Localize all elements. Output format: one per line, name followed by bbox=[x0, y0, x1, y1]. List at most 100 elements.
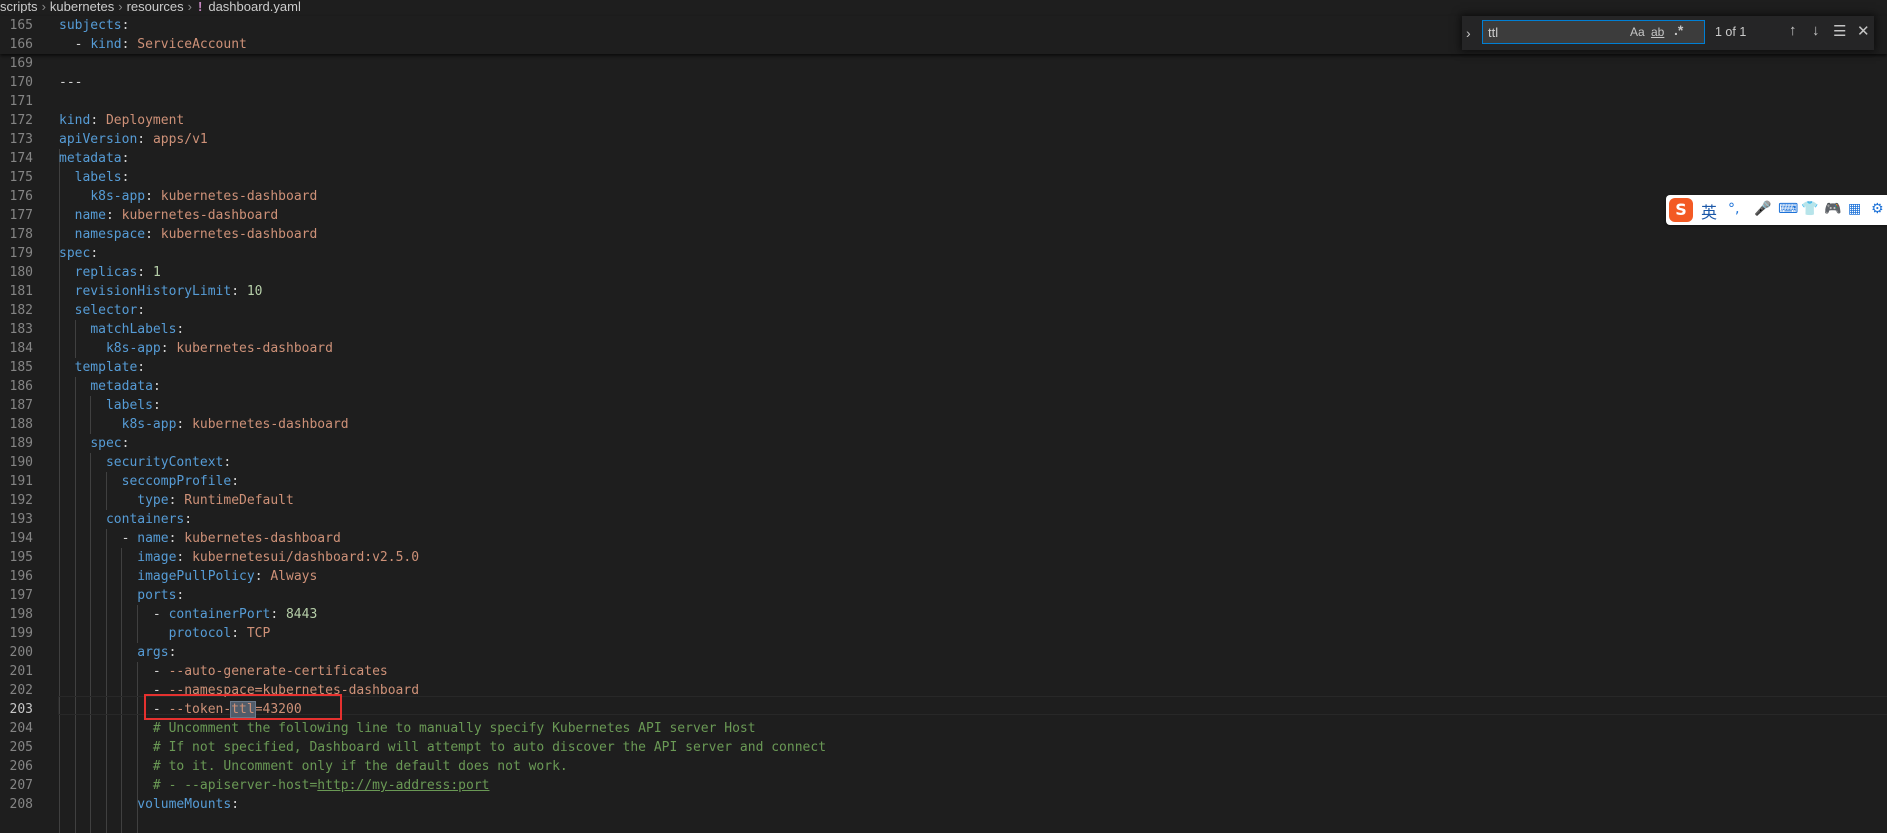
find-input[interactable] bbox=[1488, 24, 1628, 40]
code-line[interactable]: 176 k8s-app: kubernetes-dashboard bbox=[0, 187, 1887, 206]
line-number: 186 bbox=[9, 379, 33, 394]
regex-toggle[interactable]: .* bbox=[1674, 22, 1683, 38]
line-number: 206 bbox=[9, 759, 33, 774]
line-number: 192 bbox=[9, 493, 33, 508]
line-number: 188 bbox=[9, 417, 33, 432]
line-number: 173 bbox=[9, 132, 33, 147]
code-line[interactable]: 200 args: bbox=[0, 643, 1887, 662]
code-line[interactable]: 181 revisionHistoryLimit: 10 bbox=[0, 282, 1887, 301]
code-line[interactable]: 201 - --auto-generate-certificates bbox=[0, 662, 1887, 681]
punctuation-icon[interactable]: °, bbox=[1728, 201, 1739, 217]
code-line[interactable]: 196 imagePullPolicy: Always bbox=[0, 567, 1887, 586]
keyboard-icon[interactable]: ⌨ bbox=[1778, 201, 1798, 217]
microphone-icon[interactable]: 🎤 bbox=[1754, 201, 1771, 217]
code-token: ports bbox=[137, 588, 177, 603]
code-line[interactable]: 179 spec: bbox=[0, 244, 1887, 263]
ime-language-toggle[interactable]: 英 bbox=[1701, 199, 1717, 223]
line-number: 187 bbox=[9, 398, 33, 413]
code-token: : bbox=[121, 18, 130, 33]
code-line[interactable]: 169 bbox=[0, 54, 1887, 73]
code-token: : bbox=[231, 474, 240, 489]
code-line[interactable]: 187 labels: bbox=[0, 396, 1887, 415]
code-token: metadata bbox=[59, 151, 122, 166]
code-line[interactable]: 206 # to it. Uncomment only if the defau… bbox=[0, 757, 1887, 776]
breadcrumb-item[interactable]: resources bbox=[127, 0, 184, 13]
code-token: type bbox=[137, 493, 169, 508]
code-text: metadata: bbox=[59, 377, 161, 396]
code-line[interactable]: 170 --- bbox=[0, 73, 1887, 92]
breadcrumb-item[interactable]: scripts bbox=[0, 0, 38, 13]
line-number: 178 bbox=[9, 227, 33, 242]
line-number: 205 bbox=[9, 740, 33, 755]
code-line[interactable]: 182 selector: bbox=[0, 301, 1887, 320]
next-match-arrow-down-icon[interactable]: ↓ bbox=[1812, 22, 1820, 39]
find-in-selection-icon[interactable]: ☰ bbox=[1833, 22, 1846, 40]
previous-match-arrow-up-icon[interactable]: ↑ bbox=[1789, 22, 1797, 39]
code-token: labels bbox=[74, 170, 122, 185]
code-line[interactable]: 174 metadata: bbox=[0, 149, 1887, 168]
code-token: : bbox=[168, 531, 185, 546]
code-token: ServiceAccount bbox=[137, 37, 247, 52]
sogou-logo[interactable]: S bbox=[1669, 198, 1693, 222]
match-case-toggle[interactable]: Aa bbox=[1630, 25, 1645, 39]
code-line[interactable]: 198 - containerPort: 8443 bbox=[0, 605, 1887, 624]
code-line[interactable]: 185 template: bbox=[0, 358, 1887, 377]
code-line[interactable]: 173 apiVersion: apps/v1 bbox=[0, 130, 1887, 149]
whole-word-toggle[interactable]: ab bbox=[1651, 25, 1664, 39]
code-token: securityContext bbox=[105, 455, 224, 470]
breadcrumb-file[interactable]: dashboard.yaml bbox=[208, 0, 301, 13]
code-line[interactable]: 192 type: RuntimeDefault bbox=[0, 491, 1887, 510]
code-line[interactable]: 180 replicas: 1 bbox=[0, 263, 1887, 282]
code-token: revisionHistoryLimit bbox=[74, 284, 232, 299]
code-line[interactable]: 197 ports: bbox=[0, 586, 1887, 605]
code-text: # - --apiserver-host=http://my-address:p… bbox=[59, 776, 490, 795]
gamepad-icon[interactable]: 🎮 bbox=[1824, 201, 1841, 217]
skin-icon[interactable]: 👕 bbox=[1801, 201, 1818, 217]
match-count: 1 of 1 bbox=[1715, 25, 1747, 39]
code-line[interactable]: 194 - name: kubernetes-dashboard bbox=[0, 529, 1887, 548]
code-text: volumeMounts: bbox=[59, 795, 239, 814]
line-number: 199 bbox=[9, 626, 33, 641]
code-line[interactable]: 188 k8s-app: kubernetes-dashboard bbox=[0, 415, 1887, 434]
code-token: : bbox=[152, 379, 161, 394]
code-line[interactable]: 172 kind: Deployment bbox=[0, 111, 1887, 130]
find-widget: › Aa ab .* 1 of 1 ↑ ↓ ☰ ✕ bbox=[1462, 16, 1874, 50]
line-number: 183 bbox=[9, 322, 33, 337]
code-token: 8443 bbox=[285, 607, 318, 622]
code-token: metadata bbox=[90, 379, 153, 394]
settings-icon[interactable]: ⚙ bbox=[1871, 201, 1884, 217]
code-line[interactable]: 193 containers: bbox=[0, 510, 1887, 529]
toggle-replace-chevron-icon[interactable]: › bbox=[1466, 25, 1471, 41]
code-line[interactable]: 207 # - --apiserver-host=http://my-addre… bbox=[0, 776, 1887, 795]
code-line[interactable]: 175 labels: bbox=[0, 168, 1887, 187]
code-line[interactable]: 195 image: kubernetesui/dashboard:v2.5.0 bbox=[0, 548, 1887, 567]
code-line[interactable]: 184 k8s-app: kubernetes-dashboard bbox=[0, 339, 1887, 358]
code-line[interactable]: 190 securityContext: bbox=[0, 453, 1887, 472]
code-token: : bbox=[105, 208, 122, 223]
close-icon[interactable]: ✕ bbox=[1857, 22, 1870, 40]
code-line[interactable]: 183 matchLabels: bbox=[0, 320, 1887, 339]
code-text: metadata: bbox=[59, 149, 129, 168]
code-line[interactable]: 199 protocol: TCP bbox=[0, 624, 1887, 643]
code-line[interactable]: 178 namespace: kubernetes-dashboard bbox=[0, 225, 1887, 244]
line-number: 169 bbox=[9, 56, 33, 71]
code-line[interactable]: 177 name: kubernetes-dashboard bbox=[0, 206, 1887, 225]
grid-icon[interactable]: ▦ bbox=[1848, 201, 1861, 217]
code-line[interactable]: 208 volumeMounts: bbox=[0, 795, 1887, 814]
code-line[interactable]: 205 # If not specified, Dashboard will a… bbox=[0, 738, 1887, 757]
code-line[interactable]: 191 seccompProfile: bbox=[0, 472, 1887, 491]
code-token: : bbox=[176, 588, 185, 603]
code-line[interactable]: 186 metadata: bbox=[0, 377, 1887, 396]
code-line[interactable]: 204 # Uncomment the following line to ma… bbox=[0, 719, 1887, 738]
code-line[interactable]: 189 spec: bbox=[0, 434, 1887, 453]
breadcrumb-item[interactable]: kubernetes bbox=[50, 0, 114, 13]
code-token: - bbox=[59, 531, 138, 546]
code-line[interactable]: 171 bbox=[0, 92, 1887, 111]
code-token: : bbox=[121, 37, 138, 52]
